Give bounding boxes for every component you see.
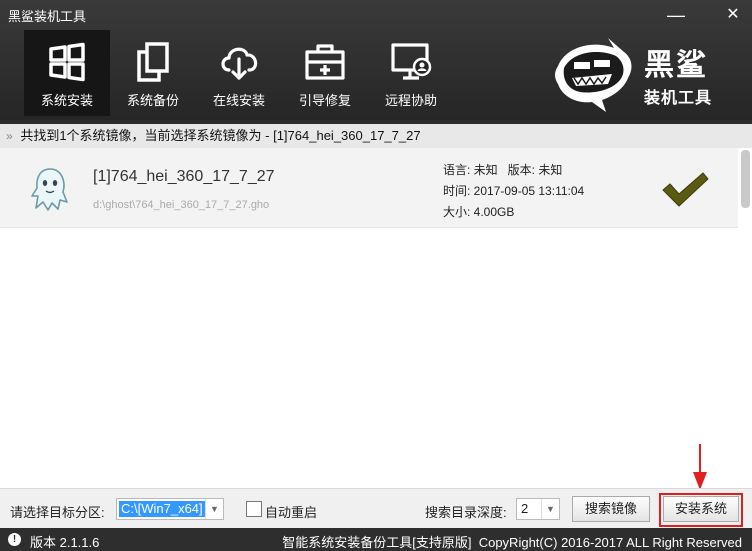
info-icon: ! bbox=[8, 533, 21, 546]
breadcrumb-text: 共找到1个系统镜像，当前选择系统镜像为 - [1]764_hei_360_17_… bbox=[20, 128, 421, 143]
close-button[interactable]: ✕ bbox=[722, 4, 744, 26]
install-highlight-frame bbox=[659, 493, 743, 527]
windows-icon bbox=[49, 42, 85, 82]
auto-restart-checkbox[interactable] bbox=[246, 501, 262, 517]
list-item[interactable]: [1]764_hei_360_17_7_27 d:\ghost\764_hei_… bbox=[0, 148, 738, 228]
version-text: 版本 2.1.1.6 bbox=[30, 535, 100, 550]
logo-text-bottom: 装机工具 bbox=[644, 90, 713, 107]
image-name: [1]764_hei_360_17_7_27 bbox=[93, 168, 275, 185]
image-list: [1]764_hei_360_17_7_27 d:\ghost\764_hei_… bbox=[0, 148, 752, 488]
ghost-icon bbox=[31, 168, 68, 211]
vertical-scrollbar[interactable] bbox=[738, 148, 752, 488]
nav-item-system-install[interactable]: 系统安装 bbox=[24, 30, 110, 116]
auto-restart-label: 自动重启 bbox=[265, 505, 318, 520]
breadcrumb: » 共找到1个系统镜像，当前选择系统镜像为 - [1]764_hei_360_1… bbox=[0, 124, 752, 148]
chevron-down-icon: ▼ bbox=[541, 499, 559, 519]
chevron-down-icon: ▼ bbox=[205, 499, 223, 519]
main-nav: 系统安装 系统备份 在线安装 引导修复 远程协助 bbox=[24, 30, 454, 118]
nav-label: 系统安装 bbox=[40, 93, 93, 108]
search-depth-value: 2 bbox=[521, 501, 529, 516]
nav-label: 在线安装 bbox=[212, 93, 265, 108]
nav-item-boot-repair[interactable]: 引导修复 bbox=[282, 30, 368, 116]
nav-label: 系统备份 bbox=[126, 93, 179, 108]
search-depth-select[interactable]: 2 ▼ bbox=[516, 498, 560, 520]
partition-label: 请选择目标分区: bbox=[10, 505, 105, 520]
monitor-user-icon bbox=[391, 43, 432, 80]
nav-item-system-backup[interactable]: 系统备份 bbox=[110, 30, 196, 116]
image-meta: 语言: 未知 版本: 未知 时间: 2017-09-05 13:11:04 大小… bbox=[443, 160, 584, 223]
nav-item-online-install[interactable]: 在线安装 bbox=[196, 30, 282, 116]
shark-logo-icon bbox=[555, 38, 632, 112]
nav-item-remote-assist[interactable]: 远程协助 bbox=[368, 30, 454, 116]
nav-label: 引导修复 bbox=[298, 93, 351, 108]
app-title: 黑鲨装机工具 bbox=[8, 9, 87, 24]
toolbox-icon bbox=[305, 44, 345, 80]
bottom-controls: 请选择目标分区: C:\[Win7_x64] ▼ 自动重启 搜索目录深度: 2 … bbox=[0, 488, 752, 528]
image-size: 大小: 4.00GB bbox=[443, 205, 515, 219]
red-arrow-icon bbox=[693, 444, 707, 490]
cloud-download-icon bbox=[221, 47, 258, 80]
double-chevron-icon: » bbox=[6, 129, 13, 143]
partition-select[interactable]: C:\[Win7_x64] ▼ bbox=[116, 498, 224, 520]
search-image-button[interactable]: 搜索镜像 bbox=[572, 496, 650, 522]
search-depth-label: 搜索目录深度: bbox=[425, 505, 507, 520]
title-bar: 黑鲨装机工具 — ✕ 系统安装 系统备份 在线安装 引导修复 远程协助 黑鲨 装… bbox=[0, 0, 752, 120]
status-bar: ! 版本 2.1.1.6 智能系统安装备份工具[支持原版] CopyRight(… bbox=[0, 528, 752, 551]
logo-text-top: 黑鲨 bbox=[644, 49, 708, 82]
partition-value: C:\[Win7_x64] bbox=[119, 501, 205, 517]
image-path: d:\ghost\764_hei_360_17_7_27.gho bbox=[93, 199, 270, 211]
minimize-button[interactable]: — bbox=[665, 4, 687, 26]
app-logo: 黑鲨 装机工具 bbox=[554, 38, 724, 114]
image-time: 时间: 2017-09-05 13:11:04 bbox=[443, 184, 585, 198]
checkmark-icon bbox=[662, 172, 709, 207]
nav-label: 远程协助 bbox=[384, 93, 437, 108]
scrollbar-thumb[interactable] bbox=[741, 150, 750, 208]
copy-icon bbox=[137, 42, 169, 82]
image-language-version: 语言: 未知 版本: 未知 bbox=[443, 163, 563, 177]
copyright-text: 智能系统安装备份工具[支持原版] CopyRight(C) 2016-2017 … bbox=[282, 535, 742, 550]
